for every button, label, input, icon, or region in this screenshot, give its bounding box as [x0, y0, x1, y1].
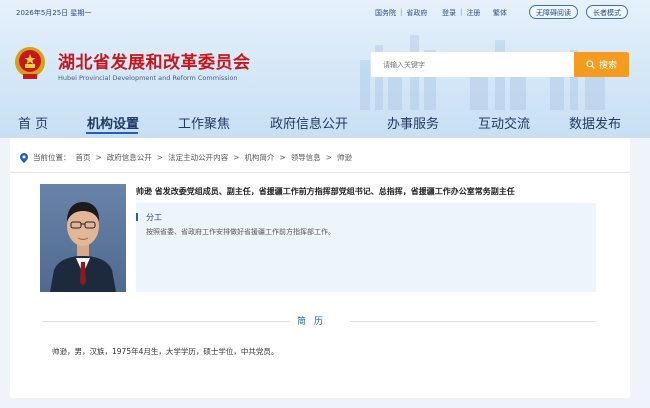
main-nav: 首 页 机构设置 工作聚焦 政府信息公开 办事服务 互动交流 数据发布 — [0, 110, 650, 134]
breadcrumb-current: 帅逊 — [336, 153, 352, 162]
breadcrumb-separator: > — [233, 153, 240, 162]
nav-item-interaction[interactable]: 互动交流 — [478, 113, 530, 132]
breadcrumb-statutory[interactable]: 法定主动公开内容 — [168, 152, 228, 163]
search-box: 搜索 — [371, 52, 629, 77]
link-state-council[interactable]: 国务院 — [371, 8, 400, 18]
nav-item-services[interactable]: 办事服务 — [387, 113, 439, 132]
nav-item-home[interactable]: 首 页 — [18, 113, 48, 132]
top-bar: 2026年5月25日 星期一 国务院 | 省政府 登录 | 注册 繁体 无障碍阅… — [0, 0, 650, 24]
current-date: 2026年5月25日 星期一 — [16, 9, 92, 17]
portrait-image — [50, 202, 116, 292]
divider — [10, 172, 630, 173]
login-link[interactable]: 登录 — [438, 8, 460, 18]
breadcrumb-separator: > — [279, 153, 286, 162]
nav-item-work-focus[interactable]: 工作聚焦 — [178, 113, 230, 132]
duty-box: 分工 按照省委、省政府工作安排做好省援疆工作前方指挥部工作。 — [136, 203, 596, 292]
breadcrumb-separator: > — [325, 153, 332, 162]
breadcrumb-gov-info[interactable]: 政府信息公开 — [107, 152, 152, 163]
breadcrumb-separator: > — [156, 153, 164, 162]
breadcrumb-org-intro[interactable]: 机构简介 — [244, 152, 274, 163]
nav-item-gov-info[interactable]: 政府信息公开 — [270, 113, 348, 132]
national-emblem-icon — [15, 47, 45, 79]
leader-title: 帅逊 省发改委党组成员、副主任，省援疆工作前方指挥部党组书记、总指挥，省援疆工作… — [136, 187, 515, 196]
duty-accent-bar — [136, 213, 138, 221]
leader-photo — [40, 184, 126, 292]
search-input[interactable] — [371, 52, 574, 77]
breadcrumb-home[interactable]: 首页 — [76, 152, 91, 163]
top-links: 国务院 | 省政府 登录 | 注册 繁体 — [371, 8, 511, 18]
register-link[interactable]: 注册 — [462, 8, 484, 18]
divider — [350, 321, 596, 322]
duty-text: 按照省委、省政府工作安排做好省援疆工作前方指挥部工作。 — [146, 228, 335, 236]
elder-mode-button[interactable]: 长者模式 — [586, 5, 628, 19]
nav-item-data[interactable]: 数据发布 — [569, 113, 621, 132]
divider — [42, 321, 290, 322]
resume-heading: 简历 — [297, 317, 332, 327]
resume-text: 帅逊，男，汉族，1975年4月生，大学学历，硕士学位，中共党员。 — [52, 347, 279, 356]
location-pin-icon — [20, 152, 28, 163]
breadcrumb-leaders[interactable]: 领导信息 — [291, 152, 321, 163]
nav-active-indicator — [86, 132, 138, 134]
breadcrumb: 当前位置： 首页 > 政府信息公开 > 法定主动公开内容 > 机构简介 > 领导… — [20, 152, 352, 163]
nav-item-organization[interactable]: 机构设置 — [87, 113, 139, 132]
search-icon — [586, 60, 595, 69]
breadcrumb-separator: > — [95, 153, 102, 162]
site-title: 湖北省发展和改革委员会 — [58, 53, 251, 73]
search-button[interactable]: 搜索 — [574, 52, 629, 77]
site-subtitle: Hubei Provincial Development and Reform … — [58, 74, 238, 82]
breadcrumb-prefix: 当前位置： — [33, 153, 71, 162]
accessible-reading-button[interactable]: 无障碍阅读 — [529, 5, 578, 19]
traditional-chinese-link[interactable]: 繁体 — [489, 8, 511, 18]
search-button-label: 搜索 — [598, 61, 617, 71]
link-province-gov[interactable]: 省政府 — [402, 8, 431, 18]
content-panel: 当前位置： 首页 > 政府信息公开 > 法定主动公开内容 > 机构简介 > 领导… — [10, 138, 630, 398]
duty-label: 分工 — [146, 213, 162, 222]
separator — [431, 8, 438, 18]
